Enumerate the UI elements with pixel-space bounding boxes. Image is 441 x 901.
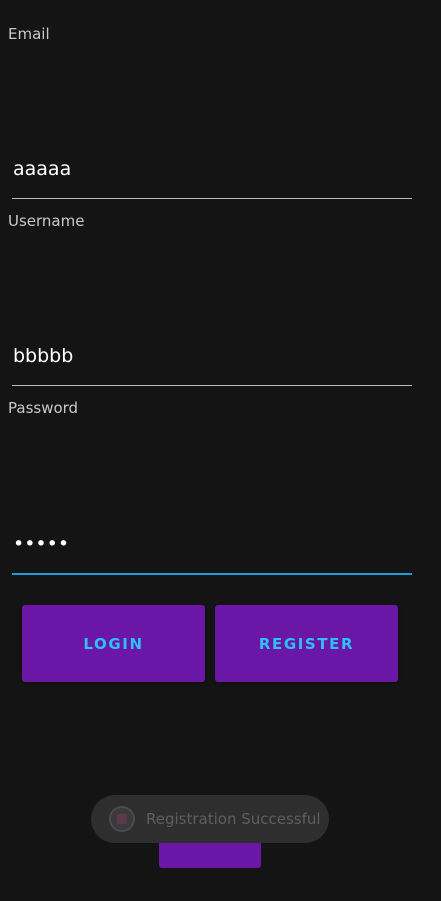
email-label: Email — [8, 25, 50, 43]
password-field[interactable]: ••••• — [12, 515, 412, 575]
register-button[interactable]: REGISTER — [215, 605, 398, 682]
toast-message: Registration Successful — [146, 810, 321, 828]
toast-notification: Registration Successful — [91, 795, 329, 843]
email-field[interactable]: aaaaa — [12, 139, 412, 199]
username-field[interactable]: bbbbb — [12, 326, 412, 386]
username-label: Username — [8, 212, 85, 230]
password-label: Password — [8, 399, 79, 417]
app-icon — [109, 806, 135, 832]
login-button[interactable]: LOGIN — [22, 605, 205, 682]
